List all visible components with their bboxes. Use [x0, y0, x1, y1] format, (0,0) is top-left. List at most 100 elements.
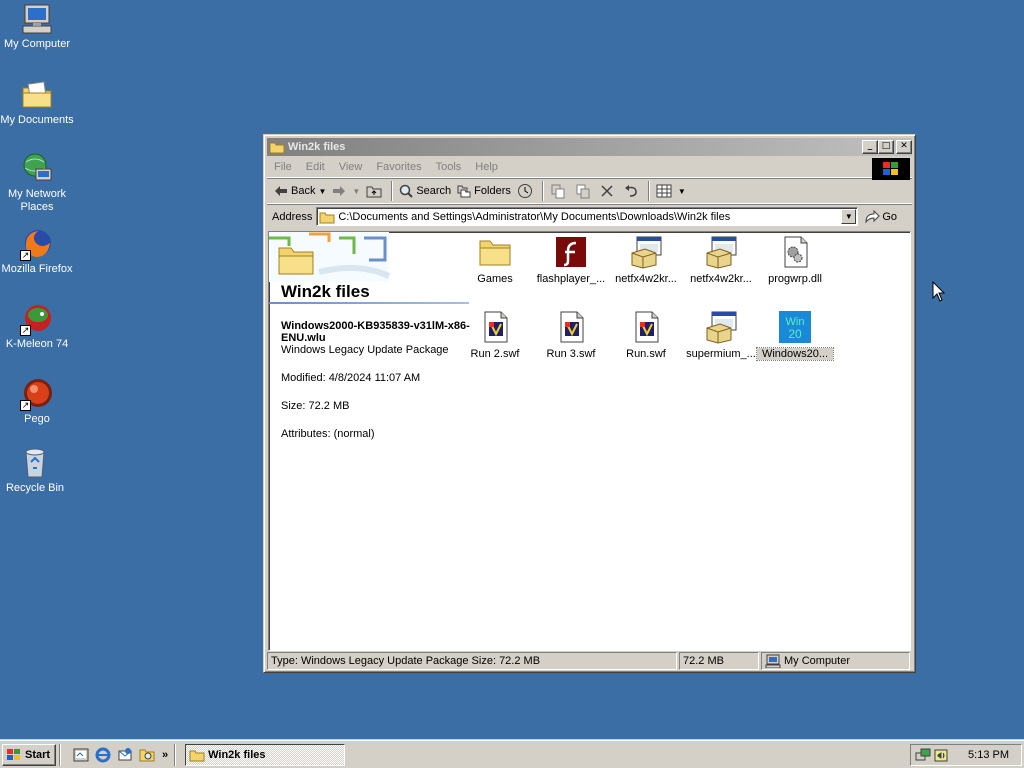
tray-network-icon[interactable]	[915, 747, 931, 763]
folder-banner: Win2k files	[269, 232, 469, 304]
swf-file-icon	[554, 310, 588, 344]
outlook-express-icon[interactable]	[115, 745, 135, 765]
desktop-icon-mozilla-firefox[interactable]: ↗ Mozilla Firefox	[0, 227, 74, 276]
modified-date: Modified: 4/8/2024 11:07 AM	[281, 372, 421, 384]
mouse-cursor-icon	[932, 281, 946, 302]
web-view-info-pane: Win2k files Windows2000-KB935839-v31lM-x…	[269, 232, 470, 650]
quick-launch-more-icon[interactable]: »	[162, 749, 168, 761]
file-label: Run.swf	[626, 348, 666, 360]
folder-icon	[189, 750, 205, 761]
file-item-netfx4w2kr-1[interactable]: netfx4w2kr...	[608, 235, 684, 285]
desktop-icon-my-computer[interactable]: My Computer	[0, 2, 74, 51]
menu-view[interactable]: View	[332, 161, 370, 173]
standard-toolbar: Back ▼ ▼ Search Folders ▼	[267, 178, 912, 204]
quick-launch: »	[70, 745, 168, 765]
file-item-netfx4w2kr-2[interactable]: netfx4w2kr...	[683, 235, 759, 285]
file-item-run-2-swf[interactable]: Run 2.swf	[457, 310, 533, 360]
installer-icon	[704, 310, 738, 344]
menu-favorites[interactable]: Favorites	[369, 161, 428, 173]
menu-tools[interactable]: Tools	[429, 161, 469, 173]
show-desktop-icon[interactable]	[71, 745, 91, 765]
undo-button[interactable]	[620, 180, 645, 202]
title-bar[interactable]: Win2k files _ □ ✕	[267, 138, 912, 156]
copy-to-button[interactable]	[572, 180, 597, 202]
minimize-button[interactable]: _	[862, 140, 878, 154]
forward-dropdown-icon[interactable]: ▼	[352, 187, 360, 196]
desktop-icon-my-documents[interactable]: My Documents	[0, 78, 74, 127]
internet-explorer-icon[interactable]	[93, 745, 113, 765]
status-size: 72.2 MB	[679, 652, 759, 670]
views-dropdown-icon[interactable]: ▼	[678, 187, 686, 196]
explorer-window[interactable]: Win2k files _ □ ✕ File Edit View Favorit…	[263, 134, 916, 673]
folder-content-view[interactable]: Win2k files Windows2000-KB935839-v31lM-x…	[268, 231, 911, 651]
file-label: netfx4w2kr...	[615, 273, 677, 285]
go-label: Go	[882, 210, 898, 223]
file-item-supermium[interactable]: supermium_...	[683, 310, 759, 360]
shortcut-arrow-icon: ↗	[20, 250, 31, 261]
status-zone-label: My Computer	[784, 655, 851, 667]
file-item-run-swf[interactable]: Run.swf	[608, 310, 684, 360]
desktop-icon-k-meleon[interactable]: ↗ K-Meleon 74	[0, 302, 74, 351]
forward-arrow-icon	[333, 186, 346, 196]
banner-divider	[269, 302, 469, 304]
windows-logo-icon	[7, 748, 20, 760]
menu-help[interactable]: Help	[468, 161, 505, 173]
tray-volume-icon[interactable]	[933, 747, 949, 763]
toolbar-separator	[647, 181, 650, 201]
go-button[interactable]: Go	[864, 209, 898, 224]
delete-button[interactable]	[597, 180, 620, 202]
taskbar-window-button[interactable]: Win2k files	[185, 743, 346, 766]
k-meleon-icon: ↗	[20, 302, 54, 336]
back-label: Back	[291, 185, 316, 197]
start-button[interactable]: Start	[2, 743, 56, 766]
menu-file[interactable]: File	[267, 161, 299, 173]
history-button[interactable]	[514, 180, 539, 202]
forward-button[interactable]: ▼	[329, 180, 363, 202]
file-label: flashplayer_...	[536, 273, 606, 285]
desktop-icon-label: Recycle Bin	[5, 482, 65, 494]
desktop-icon-pego[interactable]: ↗ Pego	[0, 377, 74, 426]
flash-player-icon	[554, 235, 588, 269]
menu-edit[interactable]: Edit	[299, 161, 332, 173]
installer-icon	[704, 235, 738, 269]
desktop-icon-label: Pego	[24, 413, 50, 425]
maximize-button[interactable]: □	[878, 140, 894, 154]
status-zone: My Computer	[761, 652, 910, 670]
taskbar: Start » Win2k files 5:13 PM	[0, 740, 1024, 768]
back-button[interactable]: Back ▼	[271, 180, 329, 202]
pego-icon: ↗	[20, 377, 54, 411]
windows-logo-icon	[872, 158, 910, 180]
close-button[interactable]: ✕	[896, 140, 912, 154]
desktop-icon-my-network-places[interactable]: My Network Places	[0, 152, 74, 214]
file-label: Run 2.swf	[470, 348, 520, 360]
file-item-games[interactable]: Games	[457, 235, 533, 285]
search-button[interactable]: Search	[396, 180, 454, 202]
taskbar-separator	[59, 743, 61, 766]
address-input[interactable]: C:\Documents and Settings\Administrator\…	[316, 207, 859, 226]
up-folder-button[interactable]	[363, 180, 388, 202]
toolbar-separator	[391, 181, 394, 201]
file-attributes: Attributes: (normal)	[281, 428, 375, 440]
move-to-button[interactable]	[547, 180, 572, 202]
start-label: Start	[25, 748, 51, 761]
toolbar-separator	[541, 181, 544, 201]
clock[interactable]: 5:13 PM	[968, 749, 1009, 761]
file-item-run-3-swf[interactable]: Run 3.swf	[533, 310, 609, 360]
status-main: Type: Windows Legacy Update Package Size…	[267, 652, 677, 670]
selected-file-name: Windows2000-KB935839-v31lM-x86-ENU.wlu	[281, 320, 470, 344]
computer-icon	[765, 654, 781, 668]
taskbar-separator	[174, 743, 177, 766]
file-label: Games	[477, 273, 513, 285]
desktop-icon-recycle-bin[interactable]: Recycle Bin	[0, 446, 72, 495]
folder-icon	[319, 212, 335, 223]
file-item-progwrp-dll[interactable]: progwrp.dll	[757, 235, 833, 285]
file-item-flashplayer[interactable]: flashplayer_...	[533, 235, 609, 285]
folders-button[interactable]: Folders	[454, 180, 514, 202]
shortcut-arrow-icon: ↗	[20, 400, 31, 411]
explorer-search-icon[interactable]	[137, 745, 157, 765]
views-button[interactable]: ▼	[653, 180, 689, 202]
back-dropdown-icon[interactable]: ▼	[318, 187, 326, 196]
desktop-icon-label: My Computer	[3, 38, 71, 50]
address-dropdown-button[interactable]: ▼	[841, 209, 857, 224]
file-item-windows2000-wlu[interactable]: Win 20 Windows20...	[756, 310, 834, 361]
